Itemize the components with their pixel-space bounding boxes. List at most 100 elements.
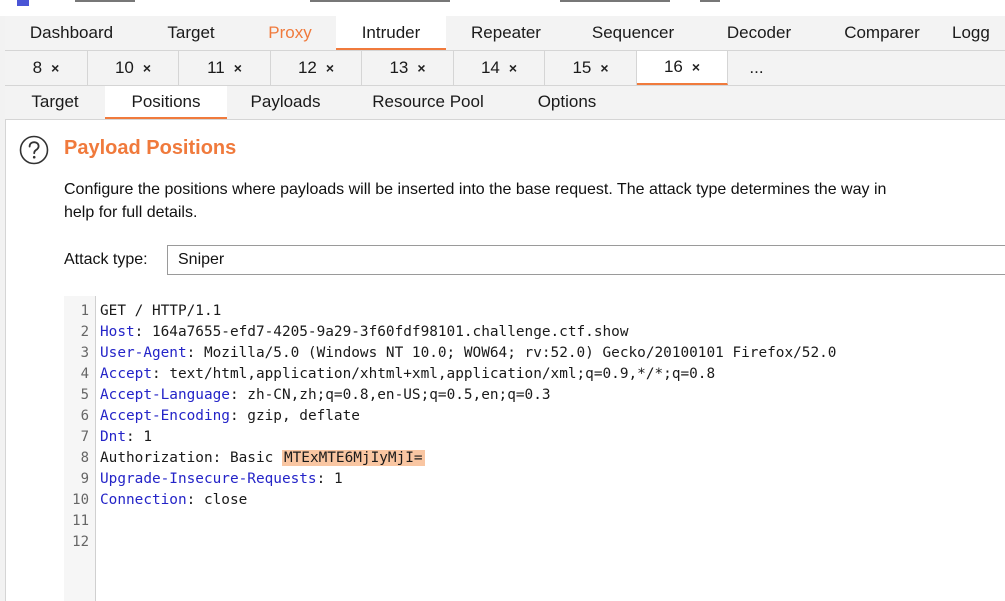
section-title: Payload Positions: [64, 137, 237, 159]
line-number: 8: [80, 450, 89, 466]
attack-tab-label: 15: [572, 58, 592, 77]
line-number: 10: [72, 492, 89, 508]
header-value: 164a7655-efd7-4205-9a29-3f60fdf98101.cha…: [151, 324, 629, 340]
header-name: Host: [100, 324, 135, 340]
tab-comparer[interactable]: Comparer: [818, 16, 946, 50]
attack-tab-label: 13: [389, 58, 409, 77]
tab-sequencer[interactable]: Sequencer: [566, 16, 700, 50]
help-icon[interactable]: [19, 135, 49, 165]
attack-tab[interactable]: 8 ×: [5, 51, 88, 85]
cut-text-fragment: [560, 0, 670, 2]
attack-tab-label: 12: [297, 58, 317, 77]
header-name: User-Agent: [100, 345, 187, 361]
attack-tab-label: 14: [480, 58, 500, 77]
header-line: Host: 164a7655-efd7-4205-9a29-3f60fdf981…: [100, 322, 629, 343]
cut-text-fragment: [700, 0, 720, 2]
attack-tab-label: 8: [32, 58, 43, 77]
close-icon[interactable]: ×: [326, 60, 334, 76]
header-name: Accept-Encoding: [100, 408, 230, 424]
attack-tab[interactable]: 14 ×: [454, 51, 545, 85]
attack-type-label: Attack type:: [64, 251, 148, 268]
tab-resource-pool[interactable]: Resource Pool: [344, 86, 512, 119]
tab-target-config[interactable]: Target: [5, 86, 105, 119]
line-number: 3: [80, 345, 89, 361]
tab-intruder[interactable]: Intruder: [336, 16, 446, 50]
header-name: Accept: [100, 366, 152, 382]
tab-decoder[interactable]: Decoder: [700, 16, 818, 50]
tab-logger[interactable]: Logg: [946, 16, 1005, 50]
header-separator: :: [186, 492, 204, 508]
close-icon[interactable]: ×: [600, 60, 608, 76]
attack-tab[interactable]: 13 ×: [362, 51, 454, 85]
header-separator: :: [186, 345, 204, 361]
request-line: GET / HTTP/1.1: [100, 303, 222, 319]
header-value: close: [203, 492, 248, 508]
line-number: 12: [72, 534, 89, 550]
header-value: zh-CN,zh;q=0.8,en-US;q=0.5,en;q=0.3: [247, 387, 551, 403]
tab-target[interactable]: Target: [138, 16, 244, 50]
header-separator: :: [126, 429, 144, 445]
attack-tab-label: 16: [663, 57, 683, 76]
more-tabs-button[interactable]: ...: [728, 51, 785, 85]
header-line: Accept-Language: zh-CN,zh;q=0.8,en-US;q=…: [100, 385, 551, 406]
header-line: Accept: text/html,application/xhtml+xml,…: [100, 364, 715, 385]
payload-position-marker[interactable]: MTExMTE6MjIyMjI=: [281, 450, 425, 466]
header-name: Dnt: [100, 429, 126, 445]
close-icon[interactable]: ×: [692, 59, 700, 75]
header-line: Accept-Encoding: gzip, deflate: [100, 406, 360, 427]
close-icon[interactable]: ×: [51, 60, 59, 76]
intruder-tab-bar: Target Positions Payloads Resource Pool …: [5, 86, 1005, 120]
line-number: 9: [80, 471, 89, 487]
header-value: 1: [143, 429, 152, 445]
attack-tab[interactable]: 12 ×: [271, 51, 362, 85]
attack-tab[interactable]: 15 ×: [545, 51, 637, 85]
line-number: 1: [80, 303, 89, 319]
line-number: 7: [80, 429, 89, 445]
attack-tab-bar: 8 × 10 × 11 × 12 × 13 × 14 × 15 × 16 × .…: [5, 51, 1005, 86]
attack-tab[interactable]: 11 ×: [179, 51, 271, 85]
tab-proxy[interactable]: Proxy: [244, 16, 336, 50]
line-number: 4: [80, 366, 89, 382]
header-value: Mozilla/5.0 (Windows NT 10.0; WOW64; rv:…: [203, 345, 837, 361]
tab-positions[interactable]: Positions: [105, 86, 227, 119]
header-line: User-Agent: Mozilla/5.0 (Windows NT 10.0…: [100, 343, 836, 364]
authorization-prefix: Authorization: Basic: [100, 450, 282, 466]
main-tab-bar: Dashboard Target Proxy Intruder Repeater…: [5, 16, 1005, 51]
close-icon[interactable]: ×: [143, 60, 151, 76]
tab-repeater[interactable]: Repeater: [446, 16, 566, 50]
description-line: help for full details.: [64, 204, 198, 221]
section-description: Configure the positions where payloads w…: [64, 178, 1005, 224]
close-icon[interactable]: ×: [417, 60, 425, 76]
attack-tab-active[interactable]: 16 ×: [637, 51, 728, 85]
request-editor[interactable]: 1 2 3 4 5 6 7 8 9 10 11 12 GET / HTTP/1.…: [64, 296, 1005, 601]
header-value: 1: [333, 471, 343, 487]
header-value: gzip, deflate: [247, 408, 360, 424]
header-name: Connection: [100, 492, 187, 508]
close-icon[interactable]: ×: [234, 60, 242, 76]
header-name: Accept-Language: [100, 387, 230, 403]
header-name: Upgrade-Insecure-Requests: [100, 471, 317, 487]
attack-type-select[interactable]: Sniper: [167, 245, 1005, 275]
header-separator: :: [229, 387, 248, 403]
cut-text-fragment: [310, 0, 450, 2]
line-number: 5: [80, 387, 89, 403]
header-line: Upgrade-Insecure-Requests: 1: [100, 469, 343, 490]
attack-tab-label: 11: [207, 58, 225, 77]
line-number: 11: [72, 513, 89, 529]
header-separator: :: [229, 408, 248, 424]
header-line: Dnt: 1: [100, 427, 152, 448]
tab-payloads[interactable]: Payloads: [227, 86, 344, 119]
attack-tab-label: 10: [114, 58, 134, 77]
top-window-strip: [0, 0, 1005, 17]
header-separator: :: [316, 471, 334, 487]
header-separator: :: [134, 324, 152, 340]
attack-tab[interactable]: 10 ×: [88, 51, 179, 85]
header-separator: :: [151, 366, 170, 382]
line-number-gutter: 1 2 3 4 5 6 7 8 9 10 11 12: [64, 296, 96, 601]
tab-dashboard[interactable]: Dashboard: [5, 16, 138, 50]
tab-options[interactable]: Options: [512, 86, 622, 119]
close-icon[interactable]: ×: [509, 60, 517, 76]
line-number: 6: [80, 408, 89, 424]
line-number: 2: [80, 324, 89, 340]
description-line: Configure the positions where payloads w…: [64, 181, 887, 198]
